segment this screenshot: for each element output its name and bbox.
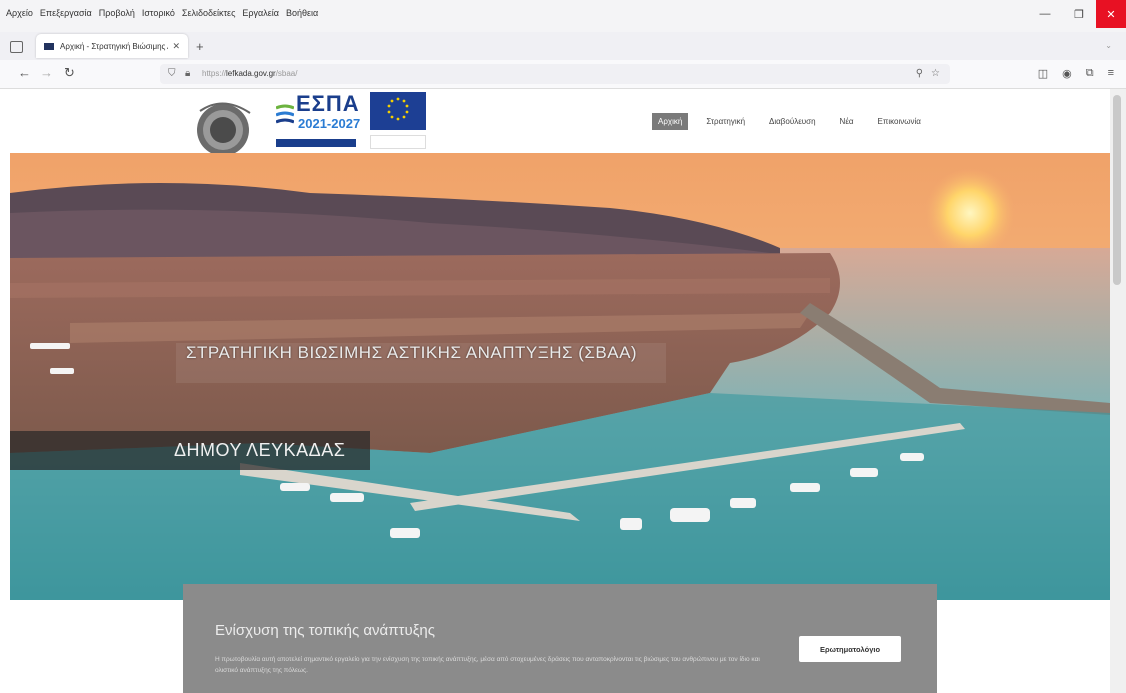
eu-flag-logo[interactable] bbox=[370, 92, 426, 149]
nav-consultation[interactable]: Διαβούλευση bbox=[763, 113, 822, 130]
close-window-icon[interactable]: ✕ bbox=[1096, 0, 1126, 28]
address-bar[interactable]: ⛉ 🔒︎ https://lefkada.gov.gr/sbaa/ ⚲ ☆ bbox=[160, 64, 950, 84]
back-icon[interactable]: ← bbox=[18, 66, 31, 80]
menu-history[interactable]: Ιστορικό bbox=[142, 8, 175, 18]
nav-news[interactable]: Νέα bbox=[834, 113, 860, 130]
new-tab-icon[interactable]: + bbox=[196, 39, 204, 54]
extensions-icon[interactable]: ⧉ bbox=[1086, 67, 1094, 80]
menu-bookmarks[interactable]: Σελιδοδείκτες bbox=[182, 8, 236, 18]
hero-title: ΣΤΡΑΤΗΓΙΚΗ ΒΙΩΣΙΜΗΣ ΑΣΤΙΚΗΣ ΑΝΑΠΤΥΞΗΣ (Σ… bbox=[186, 343, 638, 362]
eu-caption-box bbox=[370, 135, 426, 149]
menu-tools[interactable]: Εργαλεία bbox=[242, 8, 279, 18]
window-controls: — ❐ ✕ bbox=[1028, 0, 1126, 28]
browser-toolbar: ← → ↻ ⛉ 🔒︎ https://lefkada.gov.gr/sbaa/ … bbox=[0, 60, 1126, 89]
tab-overview-icon[interactable] bbox=[10, 41, 23, 53]
browser-menubar: Αρχείο Επεξεργασία Προβολή Ιστορικό Σελι… bbox=[0, 0, 1126, 32]
app-menu-icon[interactable]: ≡ bbox=[1108, 67, 1114, 80]
scrollbar-thumb[interactable] bbox=[1113, 95, 1121, 285]
espa-text: ΕΣΠΑ bbox=[296, 91, 360, 116]
tracking-shield-icon[interactable]: ⛉ bbox=[168, 68, 176, 79]
tab-title: Αρχική - Στρατηγική Βιώσιμης Α bbox=[60, 41, 169, 51]
menu-view[interactable]: Προβολή bbox=[99, 8, 135, 18]
bookmark-star-icon[interactable]: ☆ bbox=[931, 68, 940, 79]
espa-logo[interactable]: ΕΣΠΑ 2021-2027 bbox=[276, 91, 366, 147]
translate-icon[interactable]: ⚲ bbox=[916, 68, 923, 79]
municipality-seal-logo[interactable] bbox=[190, 97, 260, 157]
url-prefix: https:// bbox=[202, 69, 227, 78]
account-icon[interactable]: ◉ bbox=[1062, 67, 1072, 80]
cta-title: Ενίσχυση της τοπικής ανάπτυξης bbox=[215, 622, 435, 639]
menu-file[interactable]: Αρχείο bbox=[6, 8, 33, 18]
forward-icon[interactable]: → bbox=[40, 66, 53, 80]
nav-home[interactable]: Αρχική bbox=[652, 113, 689, 130]
espa-years: 2021-2027 bbox=[298, 116, 361, 131]
site-header: ΕΣΠΑ 2021-2027 Αρχική Στρατηγική Διαβούλ… bbox=[0, 89, 1110, 156]
cta-card: Ενίσχυση της τοπικής ανάπτυξης Η πρωτοβο… bbox=[183, 584, 937, 693]
tab-active[interactable]: Αρχική - Στρατηγική Βιώσιμης Α ✕ bbox=[36, 34, 188, 58]
tab-strip: Αρχική - Στρατηγική Βιώσιμης Α ✕ + ⌄ bbox=[0, 32, 1126, 60]
restore-icon[interactable]: ❐ bbox=[1062, 0, 1096, 28]
reload-icon[interactable]: ↻ bbox=[64, 66, 75, 80]
menu-edit[interactable]: Επεξεργασία bbox=[40, 8, 92, 18]
menu-list: Αρχείο Επεξεργασία Προβολή Ιστορικό Σελι… bbox=[6, 8, 318, 18]
url-domain: lefkada.gov.gr bbox=[226, 69, 276, 78]
toolbar-right: ◫ ◉ ⧉ ≡ bbox=[1038, 67, 1114, 80]
url-text[interactable]: https://lefkada.gov.gr/sbaa/ bbox=[202, 69, 297, 78]
espa-bar bbox=[276, 139, 356, 147]
nav-strategy[interactable]: Στρατηγική bbox=[700, 113, 751, 130]
nav-contact[interactable]: Επικοινωνία bbox=[872, 113, 927, 130]
lock-icon[interactable]: 🔒︎ bbox=[185, 68, 190, 79]
tab-list-chevron-icon[interactable]: ⌄ bbox=[1105, 41, 1112, 50]
espa-stripes-icon bbox=[276, 104, 294, 124]
site-navigation: Αρχική Στρατηγική Διαβούλευση Νέα Επικοι… bbox=[652, 113, 927, 130]
hero-banner: ΣΤΡΑΤΗΓΙΚΗ ΒΙΩΣΙΜΗΣ ΑΣΤΙΚΗΣ ΑΝΑΠΤΥΞΗΣ (Σ… bbox=[10, 153, 1110, 600]
tab-close-icon[interactable]: ✕ bbox=[172, 41, 180, 52]
minimize-icon[interactable]: — bbox=[1028, 0, 1062, 28]
page-scrollbar[interactable] bbox=[1110, 89, 1126, 693]
cta-text: Η πρωτοβουλία αυτή αποτελεί σημαντικό ερ… bbox=[215, 656, 760, 674]
url-path: /sbaa/ bbox=[275, 69, 298, 78]
pocket-icon[interactable]: ◫ bbox=[1038, 67, 1048, 80]
site-favicon-icon bbox=[44, 42, 54, 50]
menu-help[interactable]: Βοήθεια bbox=[286, 8, 318, 18]
hero-subtitle: ΔΗΜΟΥ ΛΕΥΚΑΔΑΣ bbox=[174, 440, 346, 460]
questionnaire-button[interactable]: Ερωτηματολόγιο bbox=[799, 636, 901, 662]
eu-stars-icon bbox=[370, 92, 426, 130]
